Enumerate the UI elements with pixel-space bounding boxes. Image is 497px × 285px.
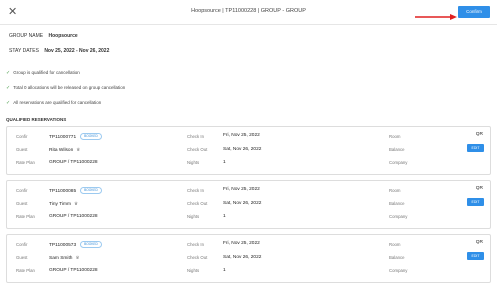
check-out-label: Check Out — [187, 147, 208, 152]
nights-label: Nights — [187, 214, 200, 219]
confir-value: TP11000085 BOOKED — [49, 187, 102, 194]
reservation-card: Confir TP11000771 BOOKED Guest Rita Wilso… — [6, 126, 491, 175]
stay-dates-row: STAY DATES Nov 25, 2022 - Nov 26, 2022 — [9, 48, 109, 54]
nights-label: Nights — [187, 268, 200, 273]
check-icon: ✓ — [6, 85, 11, 91]
balance-label: Balance — [389, 147, 405, 152]
nights-value: 1 — [223, 268, 226, 273]
guest-value: Sam Smith ♛ — [49, 255, 80, 261]
company-label: Company — [389, 214, 408, 219]
vip-icon: ♛ — [75, 255, 80, 260]
confir-label: Confir — [16, 242, 28, 247]
status-badge: BOOKED — [80, 133, 102, 140]
rate-plan-label: Rate Plan — [16, 268, 35, 273]
check-in-label: Check In — [187, 242, 204, 247]
stay-dates-value: Nov 25, 2022 - Nov 26, 2022 — [44, 48, 110, 54]
check-icon: ✓ — [6, 70, 11, 76]
check-out-label: Check Out — [187, 201, 208, 206]
confir-value: TP11000573 BOOKED — [49, 241, 102, 248]
room-type-value: QR — [475, 240, 483, 245]
qualified-reservations-title: QUALIFIED RESERVATIONS — [6, 117, 67, 122]
check-out-value: Sat, Nov 26, 2022 — [223, 255, 262, 260]
vip-icon: ♛ — [76, 147, 81, 152]
rate-plan-label: Rate Plan — [16, 214, 35, 219]
check-icon: ✓ — [6, 100, 11, 106]
room-label: Room — [389, 242, 401, 247]
rate-plan-value: GROUP / TP11000228 — [49, 160, 98, 165]
company-label: Company — [389, 268, 408, 273]
guest-value: Tiny Timm ♛ — [49, 201, 78, 207]
nights-label: Nights — [187, 160, 200, 165]
guest-label: Guest — [16, 255, 28, 260]
check-out-value: Sat, Nov 26, 2022 — [223, 201, 262, 206]
arrow-right-icon — [415, 14, 457, 20]
status-badge: BOOKED — [80, 187, 102, 194]
status-badge: BOOKED — [80, 241, 102, 248]
confir-label: Confir — [16, 134, 28, 139]
check-in-label: Check In — [187, 188, 204, 193]
confir-value: TP11000771 BOOKED — [49, 133, 102, 140]
check-in-value: Fri, Nov 25, 2022 — [223, 133, 260, 138]
rate-plan-value: GROUP / TP11000228 — [49, 214, 98, 219]
guest-label: Guest — [16, 201, 28, 206]
group-name-value: Hoopsource — [48, 33, 78, 39]
balance-label: Balance — [389, 255, 405, 260]
group-name-label: GROUP NAME — [9, 33, 44, 39]
confir-label: Confir — [16, 188, 28, 193]
room-label: Room — [389, 188, 401, 193]
check-in-value: Fri, Nov 25, 2022 — [223, 187, 260, 192]
rate-plan-label: Rate Plan — [16, 160, 35, 165]
header-bar: ✕ Hoopsource | TP11000228 | GROUP - GROU… — [0, 0, 497, 25]
check-out-label: Check Out — [187, 255, 208, 260]
balance-label: Balance — [389, 201, 405, 206]
check-out-value: Sat, Nov 26, 2022 — [223, 147, 262, 152]
reservation-card: Confir TP11000573 BOOKED Guest Sam Smith ♛… — [6, 234, 491, 283]
check-item: ✓ All reservations are qualified for canc… — [6, 100, 102, 106]
check-in-label: Check In — [187, 134, 204, 139]
nights-value: 1 — [223, 160, 226, 165]
company-label: Company — [389, 160, 408, 165]
stay-dates-label: STAY DATES — [9, 48, 39, 54]
room-type-value: QR — [475, 132, 483, 137]
room-type-value: QR — [475, 186, 483, 191]
group-name-row: GROUP NAME Hoopsource — [9, 33, 78, 39]
edit-button[interactable]: EDIT — [467, 252, 484, 260]
confirm-button[interactable]: Confirm — [458, 6, 490, 18]
rate-plan-value: GROUP / TP11000228 — [49, 268, 98, 273]
reservation-card: Confir TP11000085 BOOKED Guest Tiny Timm ♛… — [6, 180, 491, 229]
check-item: ✓ Total 0 allocations will be released on… — [6, 85, 126, 91]
nights-value: 1 — [223, 214, 226, 219]
edit-button[interactable]: EDIT — [467, 198, 484, 206]
guest-value: Rita Wilson ♛ — [49, 147, 81, 153]
guest-label: Guest — [16, 147, 28, 152]
vip-icon: ♛ — [73, 201, 78, 206]
room-label: Room — [389, 134, 401, 139]
check-in-value: Fri, Nov 25, 2022 — [223, 241, 260, 246]
edit-button[interactable]: EDIT — [467, 144, 484, 152]
check-item: ✓ Group is qualified for cancellation — [6, 70, 80, 76]
